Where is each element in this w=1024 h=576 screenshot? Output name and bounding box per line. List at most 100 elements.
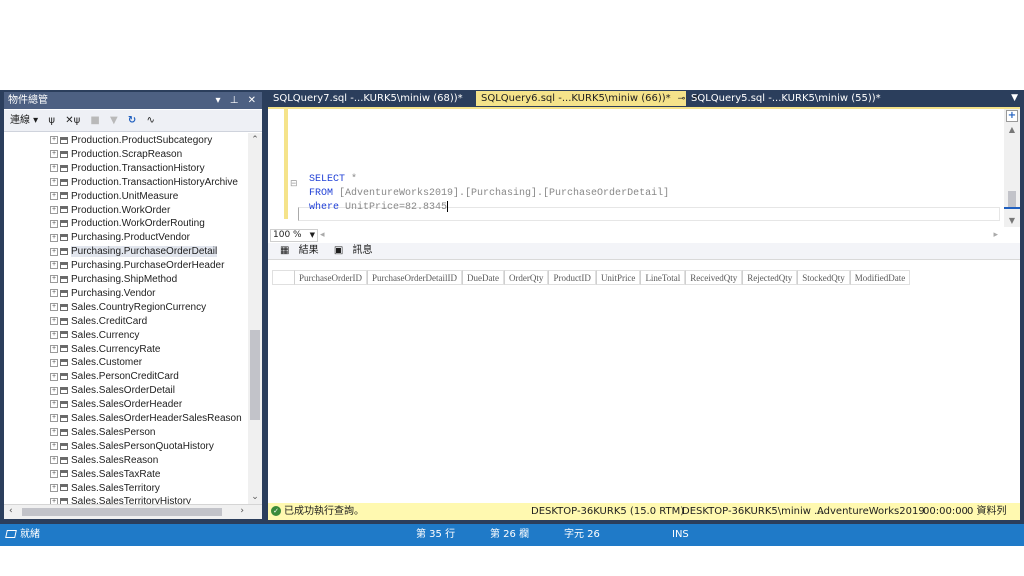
column-header[interactable]: StockedQty bbox=[797, 270, 850, 285]
expand-icon[interactable]: + bbox=[50, 400, 58, 409]
scroll-left-icon[interactable]: ◂ bbox=[320, 227, 325, 244]
tree-item[interactable]: + Production.ScrapReason bbox=[50, 148, 182, 162]
expand-icon[interactable]: + bbox=[50, 483, 58, 492]
expand-icon[interactable]: + bbox=[50, 247, 58, 256]
filter-icon[interactable]: ▼ bbox=[110, 115, 118, 126]
column-header[interactable]: ProductID bbox=[548, 270, 596, 285]
stop-icon[interactable]: ■ bbox=[90, 115, 99, 126]
tab-results[interactable]: ▦ 結果 bbox=[274, 245, 319, 256]
scroll-down-icon[interactable]: ⌄ bbox=[248, 492, 262, 502]
split-window-icon[interactable]: + bbox=[1006, 110, 1018, 122]
connect-dropdown[interactable]: 連線 ▾ bbox=[10, 115, 38, 126]
scrollbar-thumb[interactable] bbox=[1008, 191, 1016, 207]
collapse-icon[interactable]: ⊟ bbox=[290, 179, 298, 189]
expand-icon[interactable]: + bbox=[50, 219, 58, 228]
expand-icon[interactable]: + bbox=[50, 358, 58, 367]
column-header[interactable]: PurchaseOrderDetailID bbox=[366, 270, 462, 285]
tree-item[interactable]: + Purchasing.PurchaseOrderHeader bbox=[50, 259, 224, 273]
tree-item[interactable]: + Purchasing.ProductVendor bbox=[50, 231, 190, 245]
tree-item[interactable]: + Production.UnitMeasure bbox=[50, 190, 178, 204]
column-header[interactable]: DueDate bbox=[461, 270, 504, 285]
tree-item[interactable]: + Sales.SalesTaxRate bbox=[50, 468, 161, 482]
scroll-up-icon[interactable]: ▲ bbox=[1004, 125, 1020, 134]
disconnect-icon[interactable]: ✕ψ bbox=[65, 115, 80, 126]
tree-item[interactable]: + Sales.SalesOrderHeaderSalesReason bbox=[50, 412, 242, 426]
grid-corner[interactable] bbox=[272, 270, 294, 285]
expand-icon[interactable]: + bbox=[50, 289, 58, 298]
tab-overflow-icon[interactable]: ▼ bbox=[1011, 91, 1018, 106]
scroll-up-icon[interactable]: ⌃ bbox=[248, 135, 262, 145]
zoom-select[interactable]: 100 % ▼ bbox=[270, 229, 318, 242]
tab-sqlquery5[interactable]: SQLQuery5.sql -...KURK5\miniw (55))* bbox=[686, 91, 896, 106]
expand-icon[interactable]: + bbox=[50, 233, 58, 242]
tree-item[interactable]: + Sales.SalesOrderDetail bbox=[50, 384, 175, 398]
tree-item[interactable]: + Production.TransactionHistory bbox=[50, 162, 205, 176]
column-header[interactable]: RejectedQty bbox=[742, 270, 798, 285]
activity-icon[interactable]: ∿ bbox=[146, 115, 154, 126]
expand-icon[interactable]: + bbox=[50, 205, 58, 214]
expand-icon[interactable]: + bbox=[50, 303, 58, 312]
expand-icon[interactable]: + bbox=[50, 344, 58, 353]
expand-icon[interactable]: + bbox=[50, 136, 58, 145]
tree-item[interactable]: + Sales.SalesPerson bbox=[50, 426, 156, 440]
tree-item[interactable]: + Production.TransactionHistoryArchive bbox=[50, 176, 238, 190]
refresh-icon[interactable]: ↻ bbox=[128, 115, 136, 126]
sql-code[interactable]: SELECT * FROM [AdventureWorks2019].[Purc… bbox=[309, 173, 669, 215]
expand-icon[interactable]: + bbox=[50, 164, 58, 173]
column-header[interactable]: LineTotal bbox=[640, 270, 686, 285]
column-header[interactable]: OrderQty bbox=[503, 270, 549, 285]
scroll-right-icon[interactable]: › bbox=[240, 506, 244, 516]
tree-item[interactable]: + Sales.SalesPersonQuotaHistory bbox=[50, 440, 214, 454]
expand-icon[interactable]: + bbox=[50, 275, 58, 284]
scroll-left-icon[interactable]: ‹ bbox=[9, 506, 13, 516]
expand-icon[interactable]: + bbox=[50, 178, 58, 187]
object-explorer-horizontal-scrollbar[interactable]: ‹ › bbox=[4, 504, 262, 519]
scroll-down-icon[interactable]: ▼ bbox=[1004, 216, 1020, 225]
expand-icon[interactable]: + bbox=[50, 442, 58, 451]
scrollbar-thumb[interactable] bbox=[22, 508, 222, 516]
tab-messages[interactable]: ▣ 訊息 bbox=[328, 245, 373, 256]
tree-item[interactable]: + Purchasing.Vendor bbox=[50, 287, 156, 301]
tree-item[interactable]: + Production.ProductSubcategory bbox=[50, 134, 212, 148]
column-header[interactable]: ModifiedDate bbox=[849, 270, 911, 285]
expand-icon[interactable]: + bbox=[50, 317, 58, 326]
tree-item[interactable]: + Sales.SalesOrderHeader bbox=[50, 398, 182, 412]
tree-item[interactable]: + Sales.CurrencyRate bbox=[50, 343, 160, 357]
tree-item[interactable]: + Sales.Currency bbox=[50, 329, 139, 343]
expand-icon[interactable]: + bbox=[50, 372, 58, 381]
tree-item[interactable]: + Sales.Customer bbox=[50, 356, 142, 370]
column-header[interactable]: ReceivedQty bbox=[685, 270, 743, 285]
tree-item[interactable]: + Sales.PersonCreditCard bbox=[50, 370, 179, 384]
tab-sqlquery7[interactable]: SQLQuery7.sql -...KURK5\miniw (68))* bbox=[268, 91, 473, 106]
results-grid[interactable]: PurchaseOrderID PurchaseOrderDetailID DueD… bbox=[268, 259, 1020, 503]
column-header[interactable]: UnitPrice bbox=[595, 270, 641, 285]
tab-sqlquery6[interactable]: SQLQuery6.sql -...KURK5\miniw (66))* ⊸ ✕ bbox=[476, 91, 700, 106]
tree-item[interactable]: + Purchasing.PurchaseOrderDetail bbox=[50, 245, 218, 259]
editor-vertical-scrollbar[interactable]: + ▲ ▼ bbox=[1004, 109, 1020, 227]
panel-window-buttons[interactable]: ▾ ⊥ ✕ bbox=[216, 92, 259, 109]
tree-item[interactable]: + Purchasing.ShipMethod bbox=[50, 273, 177, 287]
scrollbar-thumb[interactable] bbox=[250, 330, 260, 420]
query-editor[interactable]: ⊟ SELECT * FROM [AdventureWorks2019].[Pu… bbox=[268, 107, 1020, 244]
expand-icon[interactable]: + bbox=[50, 191, 58, 200]
plug-icon[interactable]: ψ bbox=[48, 115, 55, 126]
expand-icon[interactable]: + bbox=[50, 261, 58, 270]
expand-icon[interactable]: + bbox=[50, 150, 58, 159]
expand-icon[interactable]: + bbox=[50, 386, 58, 395]
pin-icon[interactable]: ⊸ bbox=[678, 94, 686, 104]
tree-item[interactable]: + Production.WorkOrder bbox=[50, 204, 170, 218]
expand-icon[interactable]: + bbox=[50, 428, 58, 437]
scroll-right-icon[interactable]: ▸ bbox=[993, 227, 998, 244]
expand-icon[interactable]: + bbox=[50, 414, 58, 423]
object-explorer-vertical-scrollbar[interactable]: ⌃ ⌄ bbox=[248, 133, 262, 504]
tree-item[interactable]: + Sales.SalesReason bbox=[50, 454, 158, 468]
tree-item[interactable]: + Sales.SalesTerritoryHistory bbox=[50, 495, 191, 504]
tree-item[interactable]: + Production.WorkOrderRouting bbox=[50, 217, 205, 231]
column-header[interactable]: PurchaseOrderID bbox=[294, 270, 367, 285]
expand-icon[interactable]: + bbox=[50, 330, 58, 339]
tree-item[interactable]: + Sales.SalesTerritory bbox=[50, 482, 160, 496]
tree-item[interactable]: + Sales.CreditCard bbox=[50, 315, 147, 329]
tree-item[interactable]: + Sales.CountryRegionCurrency bbox=[50, 301, 206, 315]
expand-icon[interactable]: + bbox=[50, 456, 58, 465]
expand-icon[interactable]: + bbox=[50, 469, 58, 478]
